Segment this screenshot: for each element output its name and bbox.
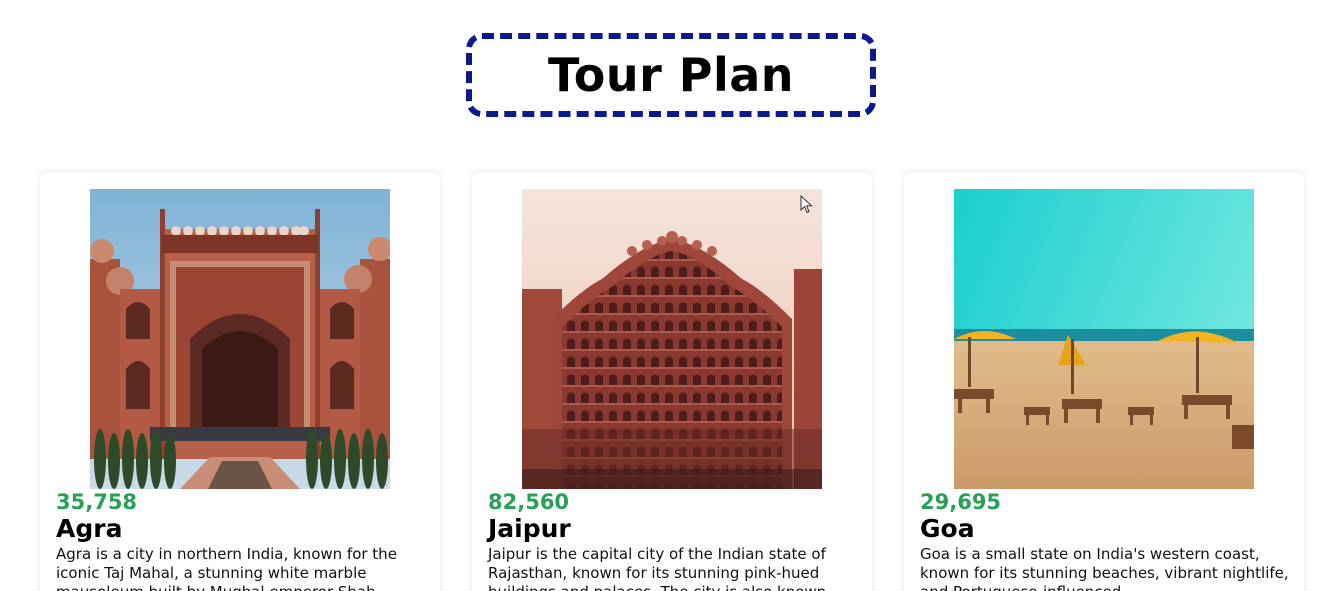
price: 82,560: [488, 490, 570, 514]
price: 29,695: [920, 490, 1002, 514]
title-box: Tour Plan: [466, 33, 876, 117]
destination-name: Goa: [920, 514, 975, 543]
tour-plan-page: Tour Plan 35,758 Agra Agra is a city in …: [0, 0, 1328, 591]
mouse-cursor-icon: [800, 195, 813, 214]
destination-description: Agra is a city in northern India, known …: [56, 545, 397, 591]
agra-photo: [90, 189, 390, 489]
destination-name: Agra: [56, 514, 123, 543]
tour-card-agra[interactable]: 35,758 Agra Agra is a city in northern I…: [40, 172, 440, 591]
destination-description: Jaipur is the capital city of the Indian…: [488, 545, 826, 591]
jaipur-photo: [522, 189, 822, 489]
tour-card-jaipur[interactable]: 82,560 Jaipur Jaipur is the capital city…: [472, 172, 872, 591]
destination-name: Jaipur: [488, 514, 571, 543]
destination-description: Goa is a small state on India's western …: [920, 545, 1289, 591]
price: 35,758: [56, 490, 138, 514]
tour-card-goa[interactable]: 29,695 Goa Goa is a small state on India…: [904, 172, 1304, 591]
page-title: Tour Plan: [547, 48, 795, 102]
goa-photo: [954, 189, 1254, 489]
